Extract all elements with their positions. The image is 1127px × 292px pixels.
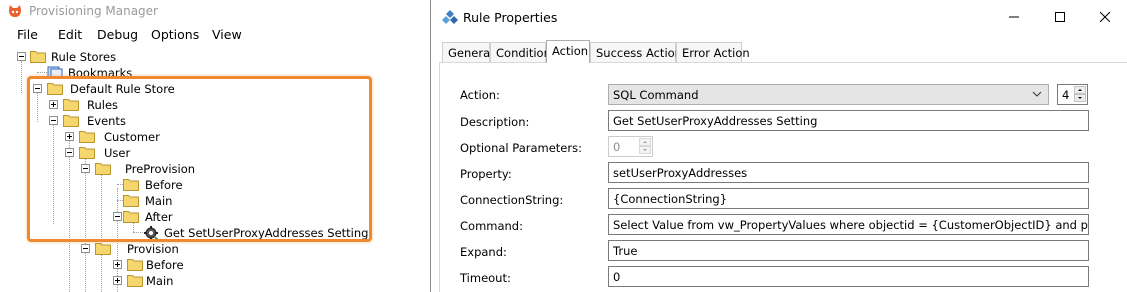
spin-up-icon xyxy=(639,138,651,146)
tab-general[interactable]: General xyxy=(442,42,493,62)
action-dropdown[interactable]: SQL Command xyxy=(608,84,1049,105)
optional-parameters-label: Optional Parameters: xyxy=(460,141,582,155)
tree-node-provision[interactable]: Provision xyxy=(127,242,179,256)
expand-provision-before-toggle[interactable] xyxy=(113,260,122,269)
menu-edit[interactable]: Edit xyxy=(58,27,82,42)
chevron-down-icon xyxy=(1032,91,1042,97)
folder-icon xyxy=(95,243,111,255)
menu-view[interactable]: View xyxy=(212,27,242,42)
collapse-provision-toggle[interactable] xyxy=(81,244,90,253)
spin-up-icon[interactable] xyxy=(1074,86,1086,94)
action-tab-panel: Action: SQL Command 4 Description: Get S… xyxy=(439,62,1127,292)
command-label: Command: xyxy=(460,219,523,233)
connection-string-field[interactable]: {ConnectionString} xyxy=(608,188,1089,209)
provisioning-manager-window: Provisioning Manager File Edit Debug Opt… xyxy=(0,0,430,292)
folder-icon xyxy=(127,275,143,287)
app-logo-icon xyxy=(9,5,21,17)
action-order-value: 4 xyxy=(1062,88,1070,102)
menu-debug[interactable]: Debug xyxy=(97,27,138,42)
action-order-spinner[interactable]: 4 xyxy=(1057,84,1088,105)
expand-field[interactable]: True xyxy=(608,240,1089,261)
collapse-rule-stores-toggle[interactable] xyxy=(17,52,26,61)
timeout-field[interactable]: 0 xyxy=(608,266,1089,287)
maximize-icon xyxy=(1055,12,1065,22)
description-label: Description: xyxy=(460,115,530,129)
timeout-label: Timeout: xyxy=(460,271,511,285)
dialog-title: Rule Properties xyxy=(463,10,558,25)
rule-properties-dialog: Rule Properties General Condition Action… xyxy=(430,0,1127,292)
tab-action[interactable]: Action xyxy=(546,40,590,63)
tree-node-provision-main[interactable]: Main xyxy=(146,274,173,288)
minimize-button[interactable] xyxy=(991,0,1037,34)
maximize-button[interactable] xyxy=(1037,0,1083,34)
command-field[interactable]: Select Value from vw_PropertyValues wher… xyxy=(608,214,1089,235)
tab-condition[interactable]: Condition xyxy=(490,42,551,62)
spin-down-icon xyxy=(639,146,651,154)
menu-file[interactable]: File xyxy=(17,27,38,42)
tab-strip: General Condition Action Success Action … xyxy=(431,40,1127,63)
menu-options[interactable]: Options xyxy=(151,27,199,42)
close-button[interactable] xyxy=(1082,0,1127,34)
action-label: Action: xyxy=(460,88,500,102)
main-window-title: Provisioning Manager xyxy=(29,4,158,18)
dialog-titlebar[interactable]: Rule Properties xyxy=(431,0,1127,34)
description-field[interactable]: Get SetUserProxyAddresses Setting xyxy=(608,110,1089,131)
folder-icon xyxy=(127,259,143,271)
highlight-annotation-box xyxy=(27,76,372,242)
connection-string-label: ConnectionString: xyxy=(460,193,564,207)
minimize-icon xyxy=(1009,16,1019,18)
action-dropdown-value: SQL Command xyxy=(613,88,699,102)
expand-provision-main-toggle[interactable] xyxy=(113,276,122,285)
property-label: Property: xyxy=(460,167,512,181)
folder-icon xyxy=(30,51,46,63)
rule-properties-icon xyxy=(442,10,458,24)
tab-error-action[interactable]: Error Action xyxy=(676,42,750,62)
expand-label: Expand: xyxy=(460,245,507,259)
tree-node-rule-stores[interactable]: Rule Stores xyxy=(51,50,116,64)
menu-bar: File Edit Debug Options View xyxy=(0,23,430,45)
tab-success-action[interactable]: Success Action xyxy=(590,42,682,62)
main-titlebar[interactable]: Provisioning Manager xyxy=(0,0,430,22)
optional-parameters-value: 0 xyxy=(613,140,621,154)
optional-parameters-spinner: 0 xyxy=(608,136,653,157)
property-field[interactable]: setUserProxyAddresses xyxy=(608,162,1089,183)
tree-node-provision-before[interactable]: Before xyxy=(146,258,184,272)
close-icon xyxy=(1100,12,1110,22)
spin-down-icon[interactable] xyxy=(1074,94,1086,102)
